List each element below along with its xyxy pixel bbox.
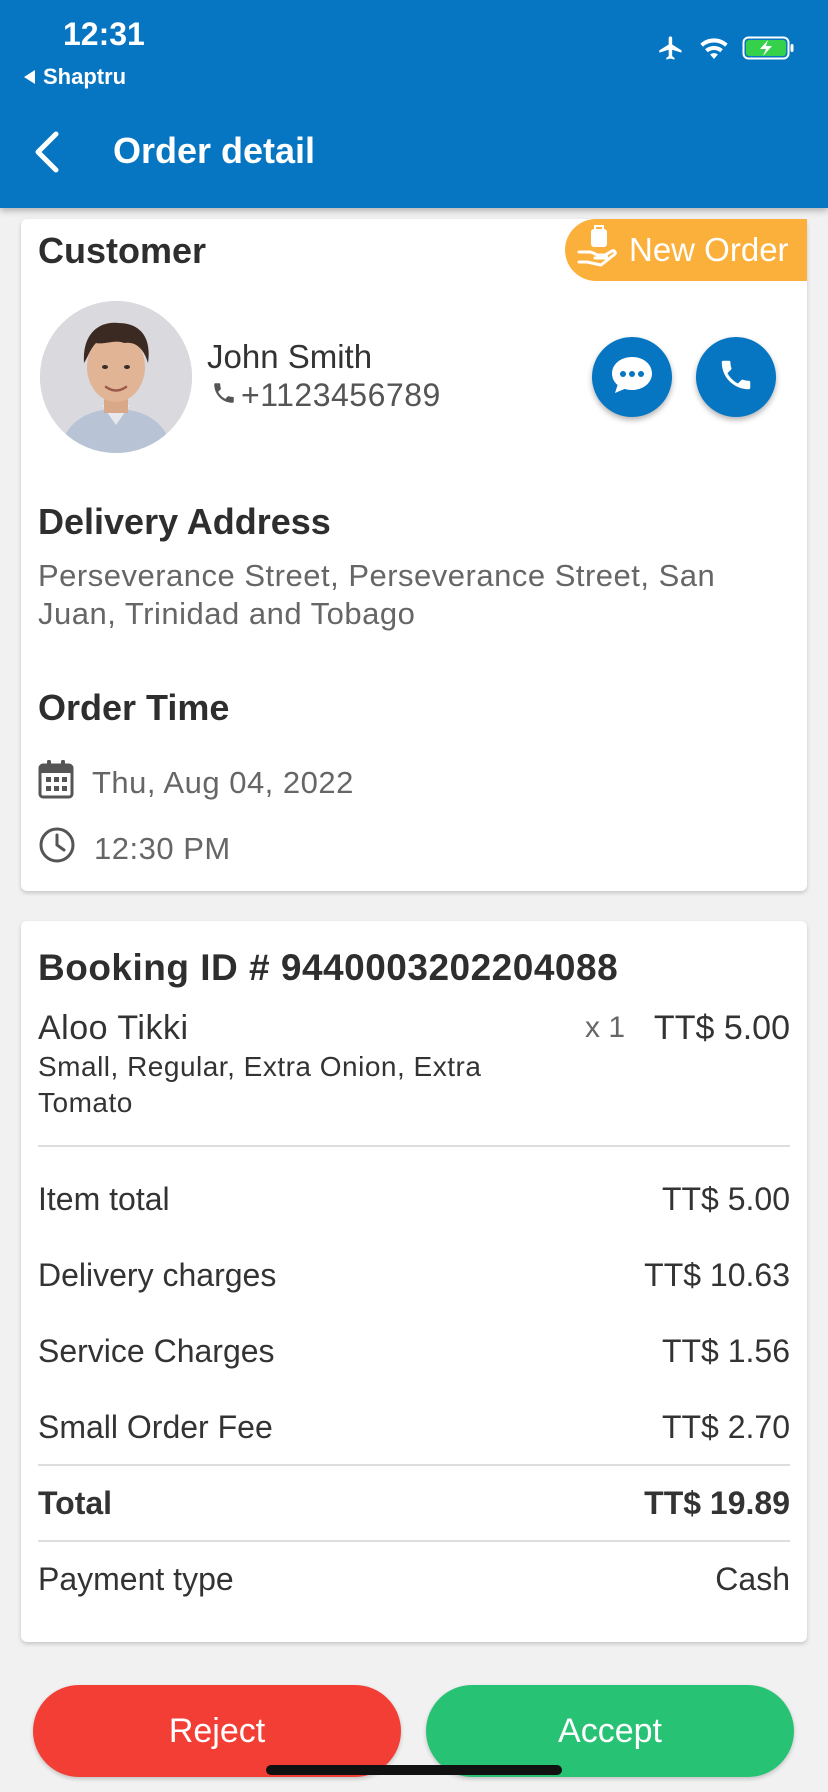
chat-button[interactable] (592, 337, 672, 417)
customer-phone-number: +1123456789 (241, 377, 441, 413)
divider (38, 1464, 790, 1466)
delivery-address-title: Delivery Address (38, 501, 331, 542)
item-quantity: x 1 (585, 1011, 626, 1044)
battery-charging-icon (742, 35, 796, 61)
accept-button[interactable]: Accept (426, 1685, 794, 1777)
status-time: 12:31 (63, 16, 145, 52)
chat-bubble-icon (609, 354, 655, 401)
app-bar: 12:31 Shaptru Order detail (0, 0, 828, 208)
total-value: TT$ 19.89 (644, 1485, 790, 1521)
total-row: Total TT$ 19.89 (38, 1485, 790, 1522)
divider (38, 1145, 790, 1147)
order-time-row: 12:30 PM (38, 826, 231, 872)
item-total-value: TT$ 5.00 (661, 1181, 790, 1217)
home-indicator[interactable] (266, 1765, 562, 1775)
service-charges-value: TT$ 1.56 (661, 1333, 790, 1369)
item-name: Aloo Tikki (38, 1009, 189, 1047)
item-options: Small, Regular, Extra Onion, Extra Tomat… (38, 1051, 482, 1118)
clock-icon (38, 826, 94, 872)
airplane-icon (656, 34, 686, 62)
customer-card: Customer New Order John Smith +112345678… (21, 219, 807, 891)
divider (38, 1540, 790, 1542)
avatar (40, 301, 192, 453)
order-bag-icon (577, 224, 617, 276)
payment-type-label: Payment type (38, 1561, 234, 1597)
item-total-row: Item total TT$ 5.00 (38, 1181, 790, 1218)
customer-name: John Smith (207, 338, 373, 375)
back-app-label: Shaptru (43, 64, 127, 89)
service-charges-row: Service Charges TT$ 1.56 (38, 1333, 790, 1370)
page-title: Order detail (113, 130, 316, 171)
customer-title: Customer (38, 230, 207, 271)
delivery-charges-row: Delivery charges TT$ 10.63 (38, 1257, 790, 1294)
payment-type-value: Cash (715, 1561, 790, 1597)
back-to-app-link[interactable]: Shaptru (24, 64, 126, 90)
order-date: Thu, Aug 04, 2022 (92, 765, 354, 800)
back-button[interactable] (28, 130, 64, 174)
status-icons (656, 34, 796, 62)
payment-type-row: Payment type Cash (38, 1561, 790, 1598)
item-price: TT$ 5.00 (653, 1009, 790, 1047)
booking-id: Booking ID # 9440003202204088 (38, 947, 619, 988)
item-total-label: Item total (38, 1181, 170, 1217)
delivery-charges-label: Delivery charges (38, 1257, 277, 1293)
phone-icon (717, 356, 755, 399)
order-time-title: Order Time (38, 687, 230, 728)
small-order-fee-value: TT$ 2.70 (661, 1409, 790, 1445)
service-charges-label: Service Charges (38, 1333, 275, 1369)
small-order-fee-label: Small Order Fee (38, 1409, 273, 1445)
order-date-row: Thu, Aug 04, 2022 (38, 759, 354, 807)
total-label: Total (38, 1485, 113, 1521)
back-triangle-icon (24, 70, 35, 84)
customer-phone[interactable]: +1123456789 (211, 377, 441, 414)
phone-small-icon (211, 377, 237, 414)
delivery-address: Perseverance Street, Perseverance Street… (38, 558, 716, 631)
booking-card: Booking ID # 9440003202204088 Aloo Tikki… (21, 921, 807, 1642)
new-order-badge: New Order (565, 219, 807, 281)
reject-button[interactable]: Reject (33, 1685, 401, 1777)
wifi-icon (698, 35, 730, 61)
small-order-fee-row: Small Order Fee TT$ 2.70 (38, 1409, 790, 1446)
call-button[interactable] (696, 337, 776, 417)
badge-label: New Order (629, 231, 789, 268)
delivery-charges-value: TT$ 10.63 (644, 1257, 790, 1293)
calendar-icon (38, 759, 92, 807)
order-time: 12:30 PM (94, 831, 231, 866)
